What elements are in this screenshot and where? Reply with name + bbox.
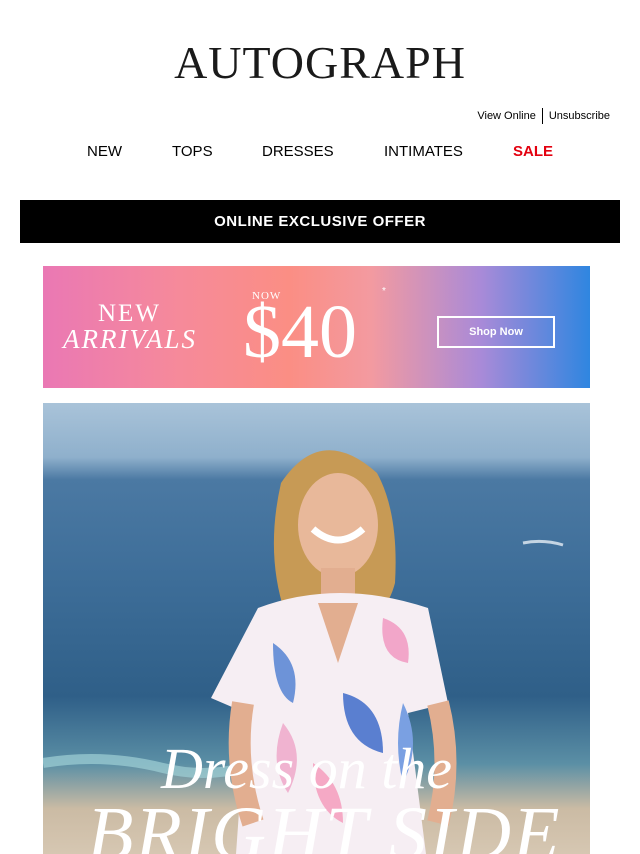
- nav-item-tops[interactable]: TOPS: [172, 143, 213, 160]
- shop-now-button[interactable]: Shop Now: [437, 316, 555, 348]
- shop-now-label: Shop Now: [469, 326, 523, 338]
- promo-price: $40: [243, 290, 357, 374]
- nav-item-sale[interactable]: SALE: [513, 143, 553, 160]
- nav-item-intimates[interactable]: INTIMATES: [384, 143, 463, 160]
- brand-logo[interactable]: AUTOGRAPH: [0, 36, 640, 89]
- nav-item-new[interactable]: NEW: [87, 143, 122, 160]
- hero-bold-text: BRIGHT SIDE: [87, 792, 562, 854]
- utility-links: View Online Unsubscribe: [477, 108, 610, 124]
- promo-banner[interactable]: NEW ARRIVALS NOW $40 * Shop Now: [43, 266, 590, 388]
- unsubscribe-link[interactable]: Unsubscribe: [549, 110, 610, 122]
- offer-bar[interactable]: ONLINE EXCLUSIVE OFFER: [20, 200, 620, 243]
- divider: [541, 108, 543, 124]
- offer-bar-text: ONLINE EXCLUSIVE OFFER: [214, 213, 426, 230]
- promo-price-footnote: *: [382, 286, 386, 297]
- hero-image[interactable]: Dress on the BRIGHT SIDE: [43, 403, 590, 854]
- nav-item-dresses[interactable]: DRESSES: [262, 143, 334, 160]
- promo-headline-arrivals: ARRIVALS: [63, 324, 197, 354]
- view-online-link[interactable]: View Online: [477, 110, 536, 122]
